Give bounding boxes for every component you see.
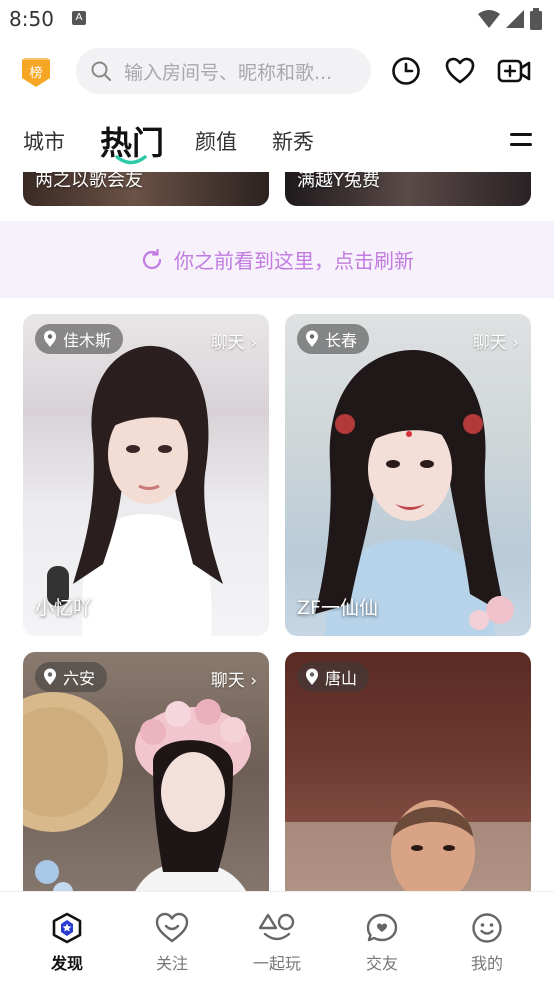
- location-text: 唐山: [325, 669, 358, 688]
- search-placeholder: 输入房间号、昵称和歌...: [124, 61, 333, 84]
- history-icon: [392, 57, 420, 85]
- search-bar[interactable]: 输入房间号、昵称和歌...: [76, 48, 371, 94]
- app-screen: 8:50 A 榜 输入房间号、昵称和歌... 城市 热门 颜值 新秀 两之以歌会…: [0, 0, 554, 984]
- refresh-icon: [142, 248, 162, 269]
- tab-city[interactable]: 城市: [23, 126, 65, 156]
- nav-play-together[interactable]: 一起玩: [222, 892, 332, 984]
- discover-icon: [52, 912, 82, 944]
- active-tab-indicator: [115, 155, 147, 165]
- nav-discover[interactable]: 发现: [12, 892, 122, 984]
- location-pin-icon: [306, 668, 318, 685]
- location-text: 六安: [63, 669, 96, 688]
- previous-card[interactable]: 满越Y兔费: [285, 172, 531, 206]
- refresh-banner[interactable]: 你之前看到这里，点击刷新: [0, 221, 554, 298]
- location-pin-icon: [306, 330, 318, 347]
- previous-card[interactable]: 两之以歌会友: [23, 172, 269, 206]
- chat-button[interactable]: 聊天 ›: [473, 328, 519, 353]
- live-room-card[interactable]: 长春 聊天 › ZF一仙仙: [285, 314, 531, 636]
- location-pin-icon: [44, 330, 56, 347]
- location-text: 佳木斯: [63, 331, 112, 350]
- previous-cards-strip: 两之以歌会友 满越Y兔费: [0, 172, 554, 208]
- smile-profile-icon: [472, 913, 502, 943]
- nav-profile[interactable]: 我的: [432, 892, 542, 984]
- streamer-name: 小忆吖: [35, 597, 93, 619]
- chat-bubble-icon: [366, 913, 398, 942]
- location-tag: 佳木斯: [35, 324, 124, 354]
- previous-card-title: 满越Y兔费: [297, 172, 380, 191]
- system-icons: [478, 8, 542, 30]
- rank-badge-icon: 榜: [22, 57, 50, 87]
- location-tag: 唐山: [297, 662, 370, 692]
- location-pin-icon: [44, 668, 56, 685]
- heart-icon: [445, 57, 475, 84]
- refresh-banner-text: 你之前看到这里，点击刷新: [174, 249, 414, 273]
- location-text: 长春: [325, 331, 358, 350]
- nav-label: 我的: [470, 954, 503, 973]
- status-time: 8:50: [9, 7, 54, 31]
- nav-label: 一起玩: [252, 954, 301, 973]
- streamer-thumbnail: [315, 349, 514, 636]
- chat-button[interactable]: 聊天 ›: [211, 666, 257, 691]
- play-together-icon: [258, 913, 295, 941]
- tab-looks[interactable]: 颜值: [195, 126, 237, 156]
- category-tabs: 城市 热门 颜值 新秀: [0, 112, 554, 168]
- previous-card-title: 两之以歌会友: [35, 172, 143, 191]
- rank-badge-button[interactable]: 榜: [20, 57, 52, 88]
- nav-label: 关注: [155, 954, 188, 973]
- nav-follow[interactable]: 关注: [117, 892, 227, 984]
- top-header: 榜 输入房间号、昵称和歌...: [0, 40, 554, 102]
- status-bar: 8:50 A: [0, 0, 554, 38]
- battery-icon: [530, 8, 542, 30]
- go-live-button[interactable]: [497, 54, 531, 88]
- bottom-navigation: 发现 关注 一起玩 交友 我的: [0, 891, 554, 984]
- history-button[interactable]: [389, 54, 423, 88]
- nav-label: 交友: [365, 954, 398, 973]
- search-icon: [91, 61, 111, 81]
- streamer-name: ZF一仙仙: [297, 597, 378, 619]
- live-room-card[interactable]: 佳木斯 聊天 › 小忆吖: [23, 314, 269, 636]
- more-categories-icon[interactable]: [510, 130, 532, 150]
- wifi-icon: [478, 10, 500, 28]
- chat-button[interactable]: 聊天 ›: [211, 328, 257, 353]
- rank-badge-label: 榜: [29, 65, 42, 81]
- follow-heart-icon: [155, 912, 189, 943]
- notification-icon: A: [72, 11, 86, 25]
- nav-make-friends[interactable]: 交友: [327, 892, 437, 984]
- location-tag: 六安: [35, 662, 108, 692]
- signal-icon: [506, 10, 524, 28]
- favorites-button[interactable]: [443, 54, 477, 88]
- streamer-thumbnail: [47, 345, 223, 636]
- video-camera-icon: [497, 59, 531, 83]
- location-tag: 长春: [297, 324, 370, 354]
- nav-label: 发现: [50, 954, 83, 973]
- tab-new[interactable]: 新秀: [272, 126, 314, 156]
